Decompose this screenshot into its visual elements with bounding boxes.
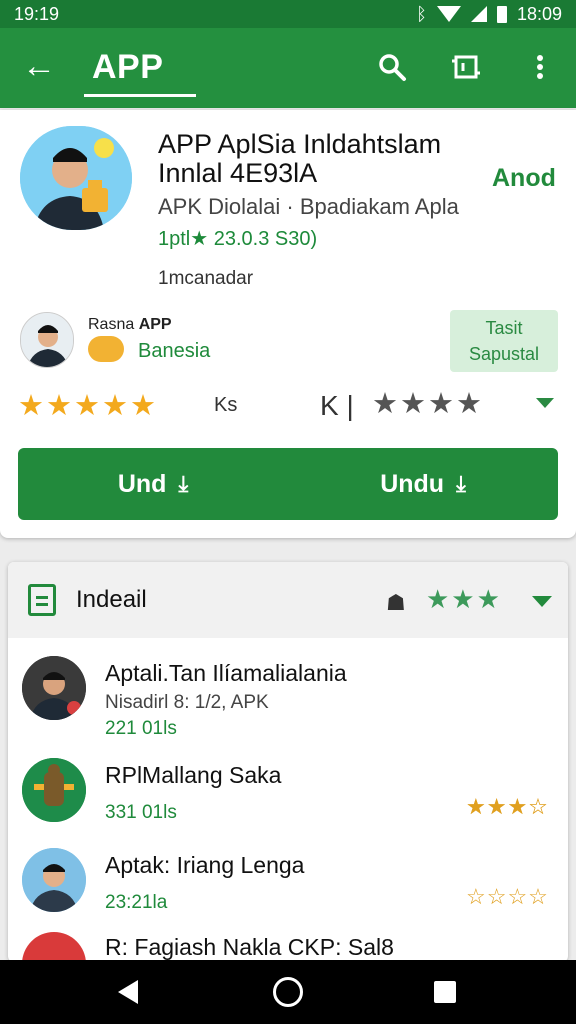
- list-item-avatar: [22, 758, 86, 822]
- list-item-rating: ☆☆☆☆: [466, 794, 549, 819]
- rating-stars-right[interactable]: ★★★★: [372, 386, 484, 421]
- chevron-down-icon[interactable]: [532, 596, 552, 607]
- developer-avatar[interactable]: [20, 312, 74, 368]
- download-label-left: Und: [117, 469, 167, 498]
- bookmark-icon[interactable]: ☗: [386, 590, 406, 616]
- download-icon: ⤓: [178, 471, 189, 496]
- app-title-line2: Innlal 4E93lA: [158, 158, 318, 188]
- list-item-size: 221 01ls: [105, 718, 177, 739]
- download-button-right[interactable]: Undu ⤓: [288, 448, 558, 520]
- title-underline: [84, 94, 196, 97]
- bluetooth-icon: ᛒ: [416, 3, 427, 24]
- status-bar: 19:19 ᛒ 18:09: [0, 0, 576, 28]
- status-time: 19:19: [14, 3, 60, 24]
- more-options-icon[interactable]: [524, 50, 556, 84]
- list-item-size: 23:21la: [105, 892, 168, 913]
- category-tag[interactable]: Tasit Sapustal: [450, 310, 558, 372]
- app-title: APP AplSia Inldahtslam Innlal 4E93lA: [158, 130, 478, 188]
- list-item-title: RPlMallang Saka: [105, 762, 282, 788]
- nav-recents-icon[interactable]: [434, 981, 456, 1003]
- list-item-avatar: [22, 848, 86, 912]
- download-button-left[interactable]: Und ⤓: [18, 448, 288, 520]
- app-title-line1: APP AplSia Inldahtslam: [158, 129, 442, 159]
- developer-prefix: Rasna: [88, 316, 135, 333]
- wifi-icon: [436, 6, 461, 22]
- app-bar-title: APP: [92, 48, 164, 86]
- app-icon: [20, 126, 132, 230]
- detail-title: Indeail: [76, 586, 147, 613]
- list-item[interactable]: R: Fagiash Nakla CKP: Sal8: [8, 932, 568, 962]
- back-arrow-icon[interactable]: ←: [22, 48, 56, 84]
- screen-icon[interactable]: [450, 50, 482, 84]
- rating-left-label: Ks: [214, 394, 238, 416]
- rating-k-label: K |: [320, 390, 354, 421]
- install-link[interactable]: Anod: [492, 164, 556, 193]
- signal-icon: [470, 6, 487, 22]
- app-bar: ← APP: [0, 28, 576, 108]
- tag-line2: Sapustal: [468, 344, 540, 364]
- app-meta: 1ptl★ 23.0.3 S30): [158, 228, 318, 250]
- developer-location: Banesia: [138, 340, 211, 362]
- nav-home-icon[interactable]: [273, 977, 303, 1007]
- download-label-right: Undu: [380, 469, 445, 498]
- detail-rating-stars: ★★★: [426, 584, 502, 614]
- navigation-bar: [0, 960, 576, 1024]
- list-item-title: R: Fagiash Nakla CKP: Sal8: [105, 934, 394, 960]
- nav-back-icon[interactable]: [118, 980, 138, 1004]
- developer-badge-icon: [88, 336, 124, 362]
- list-item-title: Aptak: Iriang Lenga: [105, 852, 305, 878]
- list-item-avatar: [22, 656, 86, 720]
- detail-card: Indeail ☗ ★★★ Aptali.Tan Ilíamalialania …: [8, 562, 568, 962]
- list-item-size: 331 01ls: [105, 802, 177, 823]
- list-item-title: Aptali.Tan Ilíamalialania: [105, 660, 347, 686]
- list-item[interactable]: RPlMallang Saka 331 01ls ☆☆☆☆: [8, 758, 568, 852]
- detail-header[interactable]: Indeail ☗ ★★★: [8, 562, 568, 638]
- download-icon: ⤓: [456, 471, 466, 496]
- chevron-down-icon[interactable]: [536, 398, 554, 408]
- app-subtitle: APK Diolalai · Bpadiakam Apla: [158, 194, 459, 219]
- list-item-rating: ☆☆☆☆: [466, 884, 549, 909]
- tag-line1: Tasit: [485, 318, 523, 338]
- search-icon[interactable]: [376, 50, 408, 84]
- list-item-subtitle: Nisadirl 8: 1/2, APK: [105, 692, 269, 713]
- app-download-count: 1mcanadar: [158, 268, 254, 289]
- battery-icon: [496, 5, 507, 23]
- list-item[interactable]: Aptali.Tan Ilíamalialania Nisadirl 8: 1/…: [8, 656, 568, 819]
- list-item-avatar: [22, 932, 86, 962]
- rating-stars-left: ★★★★★: [18, 390, 158, 422]
- developer-name: Rasna APP: [88, 316, 172, 334]
- list-item[interactable]: Aptak: Iriang Lenga 23:21la ☆☆☆☆: [8, 848, 568, 942]
- developer-app-name: APP: [138, 316, 172, 333]
- status-clock: 18:09: [516, 3, 562, 24]
- document-icon: [28, 584, 56, 616]
- status-icons: ᛒ 18:09: [416, 4, 562, 25]
